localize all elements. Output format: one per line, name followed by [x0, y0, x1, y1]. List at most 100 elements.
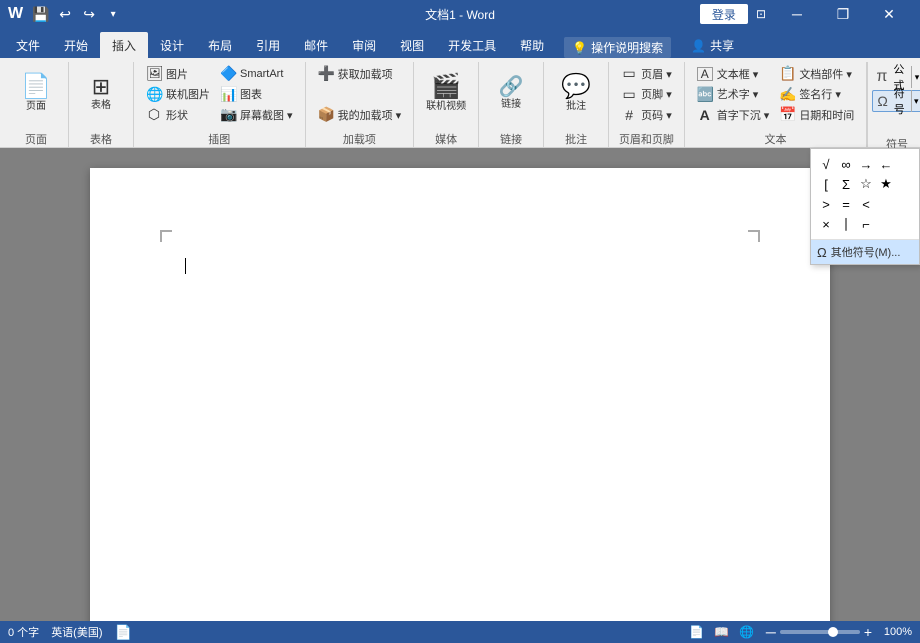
sym-rarr[interactable]: → — [857, 155, 875, 173]
group-hf-label: 页眉和页脚 — [617, 129, 676, 147]
tab-references[interactable]: 引用 — [244, 32, 292, 58]
table-icon: ⊞ — [92, 76, 110, 98]
docpart-label: 文档部件 ▾ — [799, 66, 852, 82]
sym-star-f[interactable]: ★ — [877, 175, 895, 193]
tab-design[interactable]: 设计 — [148, 32, 196, 58]
customize-quick-btn[interactable]: ▾ — [103, 4, 123, 24]
title-left: W 💾 ↩ ↪ ▾ — [8, 4, 123, 24]
textbox-btn[interactable]: A 文本框 ▾ — [693, 64, 774, 83]
zoom-out-btn[interactable]: ─ — [766, 624, 776, 640]
more-symbols-label: 其他符号(M)... — [831, 244, 901, 260]
read-mode-btn[interactable]: 📖 — [710, 623, 733, 641]
symbol-arrow-icon[interactable]: ▾ — [911, 90, 920, 112]
group-addons-label: 加载项 — [314, 129, 406, 147]
shape-btn[interactable]: ⬡ 形状 — [142, 105, 214, 124]
share-button[interactable]: 👤 共享 — [683, 33, 742, 58]
my-addon-icon: 📦 — [318, 106, 334, 123]
formula-arrow-icon[interactable]: ▾ — [911, 66, 920, 88]
tab-developer[interactable]: 开发工具 — [436, 32, 508, 58]
online-video-btn[interactable]: 🎬 联机视频 — [422, 64, 470, 124]
signline-label: 签名行 ▾ — [799, 86, 841, 102]
print-layout-btn[interactable]: 📄 — [685, 623, 708, 641]
link-btn[interactable]: 🔗 链接 — [487, 64, 535, 124]
online-video-label: 联机视频 — [426, 101, 466, 113]
signline-btn[interactable]: ✍ 签名行 ▾ — [775, 85, 858, 104]
dropcap-icon: A — [697, 107, 713, 123]
minimize-button[interactable]: ─ — [774, 0, 820, 28]
sym-inf[interactable]: ∞ — [837, 155, 855, 173]
tab-help[interactable]: 帮助 — [508, 32, 556, 58]
header-btn[interactable]: ▭ 页眉 ▾ — [617, 64, 676, 83]
tab-view[interactable]: 视图 — [388, 32, 436, 58]
sym-lt[interactable]: < — [857, 195, 875, 213]
sym-eq[interactable]: = — [837, 195, 855, 213]
search-box[interactable]: 💡 操作说明搜索 — [564, 37, 671, 58]
datetime-btn[interactable]: 📅 日期和时间 — [775, 105, 858, 124]
sym-star-o[interactable]: ☆ — [857, 175, 875, 193]
symbols-top: π 公式 ▾ Ω 符号 ▾ — [872, 62, 920, 134]
symbol-btn[interactable]: Ω 符号 ▾ — [872, 90, 920, 112]
sym-sqrt[interactable]: √ — [817, 155, 835, 173]
group-addons: ➕ 获取加载项 📦 我的加载项 ▾ 加载项 — [306, 62, 415, 147]
footer-label: 页脚 ▾ — [641, 86, 672, 102]
sym-corner[interactable]: ⌐ — [857, 215, 875, 233]
pagenum-btn[interactable]: # 页码 ▾ — [617, 105, 676, 124]
group-addons-content: ➕ 获取加载项 📦 我的加载项 ▾ — [314, 62, 406, 129]
comment-btn[interactable]: 💬 批注 — [552, 64, 600, 124]
chart-btn[interactable]: 📊 图表 — [216, 85, 297, 104]
smartart-btn[interactable]: 🔷 SmartArt — [216, 64, 297, 83]
save-quick-btn[interactable]: 💾 — [31, 4, 51, 24]
text-small-group: A 文本框 ▾ 🔤 艺术字 ▾ A 首字下沉 ▾ — [693, 64, 774, 124]
sym-sigma[interactable]: Σ — [837, 175, 855, 193]
undo-quick-btn[interactable]: ↩ — [55, 4, 75, 24]
tab-file[interactable]: 文件 — [4, 32, 52, 58]
zoom-slider[interactable] — [780, 630, 860, 634]
zoom-thumb[interactable] — [828, 627, 838, 637]
restore-button[interactable]: ❐ — [820, 0, 866, 28]
tab-mailings[interactable]: 邮件 — [292, 32, 340, 58]
wordart-btn[interactable]: 🔤 艺术字 ▾ — [693, 85, 774, 104]
symbol-row-3: > = < — [817, 195, 913, 213]
table-btn[interactable]: ⊞ 表格 — [77, 64, 125, 124]
document-area[interactable] — [0, 148, 920, 621]
group-table: ⊞ 表格 表格 — [69, 62, 134, 147]
group-comments-label: 批注 — [552, 129, 600, 147]
sym-gt[interactable]: > — [817, 195, 835, 213]
redo-quick-btn[interactable]: ↪ — [79, 4, 99, 24]
dropcap-btn[interactable]: A 首字下沉 ▾ — [693, 105, 774, 124]
footer-btn[interactable]: ▭ 页脚 ▾ — [617, 85, 676, 104]
sym-lbracket[interactable]: [ — [817, 175, 835, 193]
sym-vbar[interactable]: ∣ — [837, 215, 855, 233]
group-media: 🎬 联机视频 媒体 — [414, 62, 479, 147]
close-button[interactable]: ✕ — [866, 0, 912, 28]
title-bar: W 💾 ↩ ↪ ▾ 文档1 - Word 登录 ⊡ ─ ❐ ✕ — [0, 0, 920, 28]
zoom-level[interactable]: 100% — [876, 626, 912, 638]
more-symbols-btn[interactable]: Ω 其他符号(M)... — [811, 239, 919, 264]
my-addon-btn[interactable]: 📦 我的加载项 ▾ — [314, 105, 406, 124]
doc-info-icon: 📄 — [115, 624, 132, 641]
zoom-in-btn[interactable]: + — [864, 624, 872, 640]
tab-review[interactable]: 审阅 — [340, 32, 388, 58]
page-btn[interactable]: 📄 页面 — [12, 64, 60, 124]
view-buttons: 📄 📖 🌐 — [685, 623, 758, 641]
tab-insert[interactable]: 插入 — [100, 32, 148, 58]
share-label: 共享 — [710, 37, 734, 54]
group-links-label: 链接 — [487, 129, 535, 147]
quick-access-toolbar: 💾 ↩ ↪ ▾ — [31, 4, 123, 24]
screenshot-btn[interactable]: 📷 屏幕截图 ▾ — [216, 105, 297, 124]
picture-btn[interactable]: 🖼 图片 — [142, 64, 214, 83]
docpart-btn[interactable]: 📋 文档部件 ▾ — [775, 64, 858, 83]
symbol-grid: √ ∞ → ← [ Σ ☆ ★ > = < × ∣ ⌐ — [811, 149, 919, 239]
screenshot-label: 屏幕截图 ▾ — [240, 107, 293, 123]
sym-times[interactable]: × — [817, 215, 835, 233]
illus-small-group2: 🔷 SmartArt 📊 图表 📷 屏幕截图 ▾ — [216, 64, 297, 124]
sym-larr[interactable]: ← — [877, 155, 895, 173]
pi-icon: π — [872, 66, 891, 88]
web-layout-btn[interactable]: 🌐 — [735, 623, 758, 641]
get-addon-btn[interactable]: ➕ 获取加载项 — [314, 64, 406, 83]
online-picture-btn[interactable]: 🌐 联机图片 — [142, 85, 214, 104]
language[interactable]: 英语(美国) — [51, 624, 102, 640]
tab-home[interactable]: 开始 — [52, 32, 100, 58]
login-button[interactable]: 登录 — [700, 4, 748, 24]
tab-layout[interactable]: 布局 — [196, 32, 244, 58]
